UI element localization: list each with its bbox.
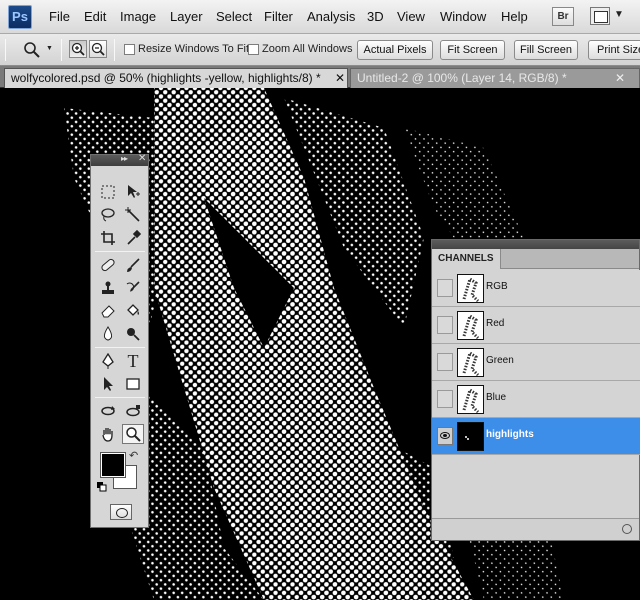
print-size-button[interactable]: Print Size bbox=[588, 40, 640, 60]
channel-name: RGB bbox=[486, 281, 508, 292]
tab-channels[interactable]: CHANNELS bbox=[432, 249, 501, 269]
panel-tab-row: CHANNELS bbox=[432, 249, 639, 269]
zoom-in-button[interactable] bbox=[69, 40, 87, 58]
tab-untitled-2[interactable]: Untitled-2 @ 100% (Layer 14, RGB/8) * ✕ bbox=[350, 68, 640, 88]
close-icon[interactable]: ✕ bbox=[138, 153, 146, 164]
type-tool-icon[interactable]: T bbox=[122, 351, 144, 371]
hand-tool-icon[interactable] bbox=[97, 424, 119, 444]
menu-view[interactable]: View bbox=[397, 9, 425, 24]
bridge-button[interactable]: Br bbox=[552, 7, 574, 26]
channel-thumbnail bbox=[457, 385, 484, 414]
channels-footer bbox=[432, 518, 639, 540]
zoom-out-button[interactable] bbox=[89, 40, 107, 58]
channel-row-blue[interactable]: Blue bbox=[432, 381, 640, 418]
magic-wand-tool-icon[interactable] bbox=[122, 205, 144, 225]
menu-file[interactable]: File bbox=[49, 9, 70, 24]
menu-3d[interactable]: 3D bbox=[367, 9, 384, 24]
blur-tool-icon[interactable] bbox=[97, 324, 119, 344]
tools-separator bbox=[95, 347, 145, 348]
foreground-color-swatch[interactable] bbox=[100, 452, 126, 478]
channel-thumbnail bbox=[457, 422, 484, 451]
channel-name: Blue bbox=[486, 392, 507, 403]
history-brush-tool-icon[interactable] bbox=[122, 278, 144, 298]
menu-help[interactable]: Help bbox=[501, 9, 528, 24]
pen-tool-icon[interactable] bbox=[97, 351, 119, 371]
channel-row-highlights[interactable]: highlights bbox=[432, 418, 640, 455]
zoom-tool-icon[interactable] bbox=[122, 424, 144, 444]
load-selection-icon[interactable] bbox=[622, 524, 632, 534]
visibility-toggle[interactable] bbox=[437, 390, 453, 408]
default-colors-icon[interactable] bbox=[97, 481, 107, 492]
menu-select[interactable]: Select bbox=[216, 9, 252, 24]
visibility-toggle[interactable] bbox=[437, 316, 453, 334]
move-tool-icon[interactable] bbox=[122, 182, 144, 202]
channel-row-red[interactable]: Red bbox=[432, 307, 640, 344]
brush-tool-icon[interactable] bbox=[122, 255, 144, 275]
tab-title: wolfycolored.psd @ 50% (highlights -yell… bbox=[11, 71, 321, 85]
close-icon[interactable]: ✕ bbox=[335, 69, 345, 87]
chevron-down-icon[interactable]: ▼ bbox=[46, 45, 53, 52]
panel-grip[interactable] bbox=[432, 240, 639, 249]
3d-rotate-tool-icon[interactable] bbox=[97, 401, 119, 421]
3d-orbit-tool-icon[interactable] bbox=[122, 401, 144, 421]
zoom-all-windows-label: Zoom All Windows bbox=[262, 43, 353, 55]
channel-thumbnail bbox=[457, 348, 484, 377]
rectangle-tool-icon[interactable] bbox=[122, 374, 144, 394]
tools-separator bbox=[95, 397, 145, 398]
visibility-toggle[interactable] bbox=[437, 353, 453, 371]
screen-mode-icon[interactable] bbox=[590, 7, 610, 25]
fit-screen-button[interactable]: Fit Screen bbox=[440, 40, 505, 60]
tab-wolfycolored[interactable]: wolfycolored.psd @ 50% (highlights -yell… bbox=[4, 68, 348, 88]
resize-windows-checkbox[interactable] bbox=[124, 44, 135, 55]
options-separator bbox=[61, 39, 62, 61]
options-grip bbox=[5, 39, 6, 61]
actual-pixels-button[interactable]: Actual Pixels bbox=[357, 40, 433, 60]
channel-name: Red bbox=[486, 318, 505, 329]
document-tab-bar: wolfycolored.psd @ 50% (highlights -yell… bbox=[0, 66, 640, 88]
paint-bucket-tool-icon[interactable] bbox=[122, 301, 144, 321]
channel-row-rgb[interactable]: RGB bbox=[432, 270, 640, 307]
options-bar: ▼ Resize Windows To Fit Zoom All Windows… bbox=[0, 34, 640, 66]
chevron-down-icon[interactable]: ▼ bbox=[614, 9, 624, 20]
visibility-toggle[interactable] bbox=[437, 427, 453, 445]
spot-healing-tool-icon[interactable] bbox=[97, 255, 119, 275]
tools-panel[interactable]: ▸▸ ✕ T ↶ bbox=[90, 153, 149, 528]
menu-analysis[interactable]: Analysis bbox=[307, 9, 355, 24]
menu-filter[interactable]: Filter bbox=[264, 9, 293, 24]
tools-panel-header[interactable]: ▸▸ ✕ bbox=[91, 153, 148, 166]
zoom-all-windows-checkbox[interactable] bbox=[248, 44, 259, 55]
eraser-tool-icon[interactable] bbox=[97, 301, 119, 321]
channel-thumbnail bbox=[457, 311, 484, 340]
eye-icon bbox=[440, 432, 450, 439]
quick-mask-button[interactable] bbox=[110, 504, 132, 520]
channel-thumbnail bbox=[457, 274, 484, 303]
tab-title: Untitled-2 @ 100% (Layer 14, RGB/8) * bbox=[357, 71, 567, 85]
menu-layer[interactable]: Layer bbox=[170, 9, 203, 24]
marquee-tool-icon[interactable] bbox=[97, 182, 119, 202]
tools-separator bbox=[95, 251, 145, 252]
path-selection-tool-icon[interactable] bbox=[97, 374, 119, 394]
channel-row-green[interactable]: Green bbox=[432, 344, 640, 381]
options-separator bbox=[114, 39, 115, 61]
collapse-icon[interactable]: ▸▸ bbox=[121, 154, 128, 163]
clone-stamp-tool-icon[interactable] bbox=[97, 278, 119, 298]
zoom-tool-preset-icon[interactable] bbox=[22, 40, 42, 60]
menu-window[interactable]: Window bbox=[440, 9, 486, 24]
menu-bar: Ps File Edit Image Layer Select Filter A… bbox=[0, 0, 640, 34]
swap-colors-icon[interactable]: ↶ bbox=[129, 449, 138, 462]
lasso-tool-icon[interactable] bbox=[97, 205, 119, 225]
fill-screen-button[interactable]: Fill Screen bbox=[514, 40, 578, 60]
channel-name: highlights bbox=[486, 429, 534, 440]
crop-tool-icon[interactable] bbox=[97, 228, 119, 248]
menu-edit[interactable]: Edit bbox=[84, 9, 106, 24]
photoshop-logo[interactable]: Ps bbox=[8, 5, 32, 29]
close-icon[interactable]: ✕ bbox=[615, 69, 625, 87]
channels-panel[interactable]: CHANNELS RGB Red Green Blue highlights bbox=[431, 239, 640, 541]
eyedropper-tool-icon[interactable] bbox=[122, 228, 144, 248]
visibility-toggle[interactable] bbox=[437, 279, 453, 297]
dodge-tool-icon[interactable] bbox=[122, 324, 144, 344]
channel-name: Green bbox=[486, 355, 514, 366]
menu-image[interactable]: Image bbox=[120, 9, 156, 24]
resize-windows-label: Resize Windows To Fit bbox=[138, 43, 250, 55]
